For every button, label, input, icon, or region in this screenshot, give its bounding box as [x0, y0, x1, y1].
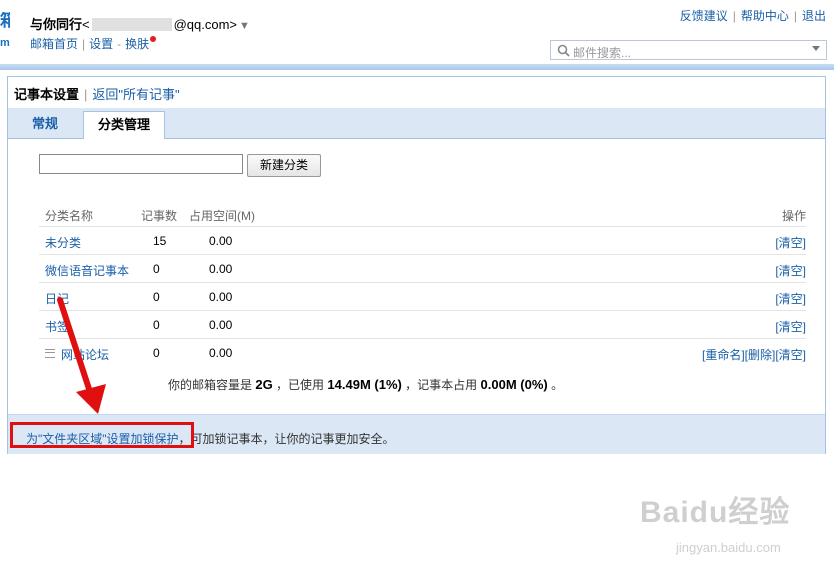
header-divider	[0, 64, 834, 70]
lock-tip-text: ，可加锁记事本，让你的记事更加安全。	[178, 432, 395, 446]
note-count: 0	[153, 346, 160, 360]
search-icon	[557, 44, 570, 57]
quota-used-label: ，已使用	[276, 378, 325, 392]
header-space-used: 占用空间(M)	[189, 209, 255, 223]
search-dropdown-icon[interactable]	[812, 46, 820, 51]
email-suffix: @qq.com>	[173, 17, 238, 32]
space-used: 0.00	[209, 262, 233, 276]
table-header: 分类名称 记事数 占用空间(M) 操作	[39, 204, 806, 226]
logout-link[interactable]: 退出	[802, 9, 826, 23]
link-separator: |	[793, 9, 797, 23]
nav-separator: |	[82, 37, 86, 51]
table-row: 微信语音记事本 0 0.00 [清空]	[39, 254, 806, 282]
clear-link[interactable]: [清空]	[775, 318, 806, 335]
quota-notes: 0.00M (0%)	[480, 377, 548, 392]
tab-general[interactable]: 常规	[18, 111, 72, 138]
category-name-link[interactable]: 网站论坛	[61, 346, 109, 363]
link-separator: |	[732, 9, 736, 23]
nav-separator: -	[117, 37, 122, 51]
drag-handle-icon[interactable]	[45, 349, 55, 358]
note-count: 0	[153, 262, 160, 276]
clear-link[interactable]: [清空]	[775, 262, 806, 279]
user-name: 与你同行	[30, 17, 83, 32]
quota-end: 。	[551, 378, 564, 392]
nav-settings[interactable]: 设置	[89, 37, 113, 51]
quota-summary: 你的邮箱容量是 2G ，已使用 14.49M (1%) ，记事本占用 0.00M…	[168, 376, 563, 393]
user-line: 与你同行< @qq.com> ▼	[30, 14, 250, 33]
note-count: 15	[153, 234, 167, 248]
top-links: 反馈建议 | 帮助中心 | 退出	[680, 7, 826, 24]
table-row: 日记 0 0.00 [清空]	[39, 282, 806, 310]
email-masked	[91, 18, 172, 31]
logo-fragment: 箱	[0, 12, 10, 30]
quota-capacity: 2G	[255, 377, 273, 392]
nav-mail-home[interactable]: 邮箱首页	[30, 37, 78, 51]
new-category-button[interactable]: 新建分类	[247, 154, 321, 177]
watermark-logo: Baidu经验	[640, 496, 791, 529]
table-row: 书签 0 0.00 [清空]	[39, 310, 806, 338]
note-count: 0	[153, 290, 160, 304]
header-category-name: 分类名称	[45, 209, 94, 223]
category-table: 分类名称 记事数 占用空间(M) 操作 未分类 15 0.00 [清空] 微信语…	[39, 204, 806, 366]
header-operations: 操作	[781, 209, 806, 223]
quota-notes-label: ，记事本占用	[405, 378, 478, 392]
notification-dot	[150, 36, 157, 42]
category-name-link[interactable]: 微信语音记事本	[45, 262, 129, 279]
clear-link[interactable]: [清空]	[775, 234, 806, 251]
feedback-link[interactable]: 反馈建议	[680, 9, 728, 23]
quota-used: 14.49M (1%)	[327, 377, 402, 392]
category-name-link[interactable]: 书签	[45, 318, 69, 335]
quota-prefix: 你的邮箱容量是	[168, 378, 253, 392]
table-row: 网站论坛 0 0.00 [重命名][删除][清空]	[39, 338, 806, 366]
note-count: 0	[153, 318, 160, 332]
rename-delete-clear-links[interactable]: [重命名][删除][清空]	[702, 346, 806, 363]
notepad-settings-panel: 记事本设置 | 返回"所有记事" 常规 分类管理 新建分类 分类名称 记事数 占用空…	[7, 76, 826, 454]
watermark-url: jingyan.baidu.com	[676, 540, 781, 555]
table-row: 未分类 15 0.00 [清空]	[39, 226, 806, 254]
nav-skin[interactable]: 换肤	[125, 37, 149, 51]
top-nav: 邮箱首页 | 设置 - 换肤	[30, 35, 157, 52]
top-bar: 箱 m 与你同行< @qq.com> ▼ 邮箱首页 | 设置 - 换肤 反馈建议 | 帮助中心 |…	[0, 0, 834, 66]
email-prefix: <	[82, 17, 90, 32]
space-used: 0.00	[209, 234, 233, 248]
title-separator: |	[84, 87, 88, 102]
space-used: 0.00	[209, 318, 233, 332]
new-category-input[interactable]	[39, 154, 243, 174]
account-dropdown-icon[interactable]: ▼	[239, 20, 250, 32]
help-link[interactable]: 帮助中心	[741, 9, 789, 23]
back-to-all-notes-link[interactable]: 返回"所有记事"	[92, 87, 179, 102]
category-management-panel: 新建分类 分类名称 记事数 占用空间(M) 操作 未分类 15 0.00 [清空…	[8, 139, 825, 414]
mail-search-box[interactable]: 邮件搜索...	[550, 40, 827, 60]
settings-tabs: 常规 分类管理	[8, 108, 825, 140]
clear-link[interactable]: [清空]	[775, 290, 806, 307]
logo-fragment-2: m	[0, 37, 10, 49]
header-note-count: 记事数	[141, 209, 178, 223]
category-name-link[interactable]: 日记	[45, 290, 69, 307]
page-title: 记事本设置	[14, 87, 80, 102]
page-header: 记事本设置 | 返回"所有记事"	[14, 84, 180, 103]
space-used: 0.00	[209, 346, 233, 360]
tab-category-management[interactable]: 分类管理	[83, 111, 166, 140]
annotation-highlight-box	[10, 422, 194, 448]
category-name-link[interactable]: 未分类	[45, 234, 81, 251]
space-used: 0.00	[209, 290, 233, 304]
search-placeholder: 邮件搜索...	[573, 46, 632, 60]
